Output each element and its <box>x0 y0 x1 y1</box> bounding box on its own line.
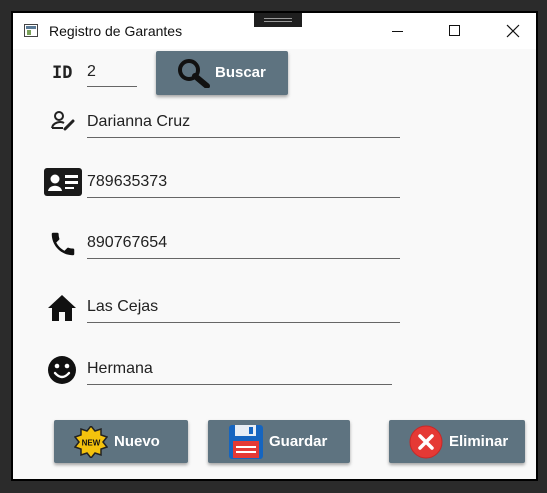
save-button-label: Guardar <box>269 433 328 450</box>
cedula-value: 789635373 <box>87 173 168 190</box>
smiley-face-icon <box>48 356 76 384</box>
maximize-button[interactable] <box>433 13 479 49</box>
name-field[interactable]: Darianna Cruz <box>87 113 400 138</box>
delete-x-icon <box>409 425 443 459</box>
title-bar[interactable]: Registro de Garantes <box>13 13 536 49</box>
cedula-field[interactable]: 789635373 <box>87 173 400 198</box>
name-value: Darianna Cruz <box>87 113 191 130</box>
search-button[interactable]: Buscar <box>156 51 288 95</box>
new-button[interactable]: NEW Nuevo <box>54 420 188 463</box>
window-title: Registro de Garantes <box>49 23 183 39</box>
id-value: 2 <box>87 63 96 80</box>
phone-value: 890767654 <box>87 234 168 251</box>
magnifier-icon <box>178 59 210 88</box>
new-badge-icon: NEW <box>74 426 108 458</box>
close-button[interactable] <box>490 13 536 49</box>
close-icon <box>506 24 520 38</box>
minimize-button[interactable] <box>375 13 421 49</box>
new-badge-text: NEW <box>82 439 101 448</box>
drag-handle[interactable] <box>254 13 302 27</box>
app-window: Registro de Garantes ID 2 Buscar Dariann… <box>13 13 536 479</box>
delete-button-label: Eliminar <box>449 433 509 450</box>
id-label: ID <box>52 63 73 83</box>
search-button-label: Buscar <box>215 64 266 81</box>
id-field[interactable]: 2 <box>87 63 137 87</box>
delete-button[interactable]: Eliminar <box>389 420 525 463</box>
relationship-field[interactable]: Hermana <box>87 360 392 385</box>
home-icon <box>48 295 76 321</box>
phone-field[interactable]: 890767654 <box>87 234 400 259</box>
person-edit-icon <box>51 111 75 131</box>
new-button-label: Nuevo <box>114 433 160 450</box>
floppy-disk-icon <box>229 425 263 459</box>
id-card-icon <box>44 168 82 196</box>
address-value: Las Cejas <box>87 298 159 315</box>
relationship-value: Hermana <box>87 360 153 377</box>
phone-icon <box>51 232 75 256</box>
app-icon <box>24 24 38 37</box>
address-field[interactable]: Las Cejas <box>87 298 400 323</box>
save-button[interactable]: Guardar <box>208 420 350 463</box>
